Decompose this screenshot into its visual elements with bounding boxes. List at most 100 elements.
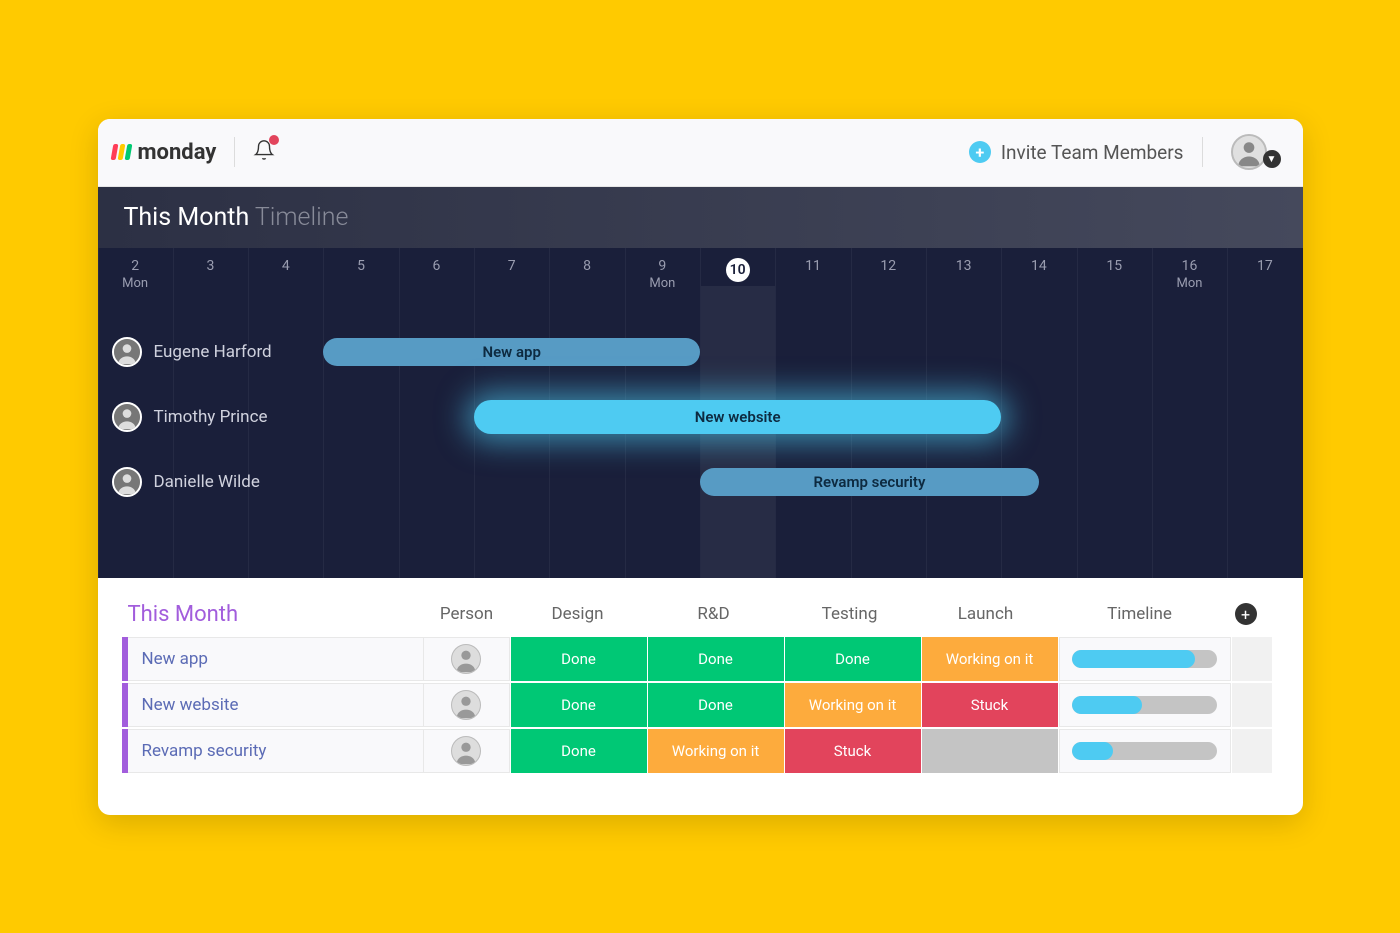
avatar: [451, 690, 481, 720]
topbar: monday + Invite Team Members ▼: [98, 119, 1303, 187]
timeline-bar[interactable]: Revamp security: [700, 468, 1039, 496]
day-label: 16Mon: [1152, 258, 1227, 291]
progress-fill: [1072, 696, 1142, 714]
day-number: 4: [248, 258, 323, 274]
day-number: 17: [1227, 258, 1302, 274]
status-cell[interactable]: Stuck: [785, 729, 921, 773]
timeline-cell[interactable]: [1059, 637, 1231, 681]
day-number: 6: [399, 258, 474, 274]
timeline-bar[interactable]: New app: [323, 338, 700, 366]
status-cell[interactable]: Stuck: [922, 683, 1058, 727]
day-number: 5: [323, 258, 398, 274]
column-header-person[interactable]: Person: [424, 604, 510, 624]
table-row: Revamp security DoneWorking on itStuck: [122, 729, 1279, 773]
plus-circle-icon: +: [969, 141, 991, 163]
status-cell[interactable]: Done: [511, 683, 647, 727]
invite-team-button[interactable]: + Invite Team Members: [969, 141, 1184, 164]
chevron-down-icon: ▼: [1263, 150, 1281, 168]
row-end-cell: [1232, 637, 1272, 681]
avatar: [1231, 134, 1267, 170]
timeline-user[interactable]: Timothy Prince: [98, 402, 338, 432]
column-header-rnd[interactable]: R&D: [646, 604, 782, 624]
day-label: 11: [775, 258, 850, 291]
day-label: 5: [323, 258, 398, 291]
status-cell[interactable]: [922, 729, 1058, 773]
table-header-row: This Month Person Design R&D Testing Lau…: [122, 602, 1279, 627]
day-label: 7: [474, 258, 549, 291]
row-end-cell: [1232, 729, 1272, 773]
person-cell[interactable]: [424, 637, 510, 681]
person-cell[interactable]: [424, 683, 510, 727]
progress-bar: [1072, 650, 1217, 668]
status-cell[interactable]: Working on it: [922, 637, 1058, 681]
add-column-button[interactable]: +: [1235, 603, 1257, 625]
row-end-cell: [1232, 683, 1272, 727]
day-number: 11: [775, 258, 850, 274]
avatar: [112, 402, 142, 432]
timeline-user[interactable]: Danielle Wilde: [98, 467, 338, 497]
day-number: 9: [625, 258, 700, 274]
group-title[interactable]: This Month: [122, 602, 424, 627]
day-of-week: Mon: [98, 276, 173, 291]
day-number: 2: [98, 258, 173, 274]
app-window: monday + Invite Team Members ▼ This Mont…: [98, 119, 1303, 815]
timeline-row: Eugene Harford: [98, 320, 1303, 385]
notification-dot-icon: [269, 135, 279, 145]
day-label: 17: [1227, 258, 1302, 291]
table-row: New appDoneDoneDoneWorking on it: [122, 637, 1279, 681]
day-number: 8: [549, 258, 624, 274]
person-cell[interactable]: [424, 729, 510, 773]
day-of-week: Mon: [625, 276, 700, 291]
column-header-launch[interactable]: Launch: [918, 604, 1054, 624]
status-cell[interactable]: Done: [511, 729, 647, 773]
status-cell[interactable]: Working on it: [648, 729, 784, 773]
status-cell[interactable]: Working on it: [785, 683, 921, 727]
invite-label: Invite Team Members: [1001, 141, 1184, 164]
item-name-cell[interactable]: Revamp security: [128, 729, 424, 773]
day-number: 13: [926, 258, 1001, 274]
timeline-bar[interactable]: New website: [474, 400, 1001, 434]
status-cell[interactable]: Done: [648, 637, 784, 681]
item-name-cell[interactable]: New app: [128, 637, 424, 681]
divider: [234, 137, 235, 167]
day-label: 8: [549, 258, 624, 291]
timeline-title-main: This Month: [124, 203, 250, 232]
timeline-cell[interactable]: [1059, 729, 1231, 773]
status-cell[interactable]: Done: [648, 683, 784, 727]
status-cell[interactable]: Done: [785, 637, 921, 681]
day-label: 10: [700, 258, 775, 291]
item-name-cell[interactable]: New website: [128, 683, 424, 727]
avatar: [112, 337, 142, 367]
board-table: This Month Person Design R&D Testing Lau…: [98, 578, 1303, 815]
day-label: 13: [926, 258, 1001, 291]
avatar: [451, 736, 481, 766]
column-header-testing[interactable]: Testing: [782, 604, 918, 624]
user-menu[interactable]: ▼: [1231, 134, 1281, 170]
timeline-title-bar: This Month Timeline: [98, 187, 1303, 248]
column-header-design[interactable]: Design: [510, 604, 646, 624]
column-header-timeline[interactable]: Timeline: [1054, 604, 1226, 624]
status-cell[interactable]: Done: [511, 637, 647, 681]
day-label: 9 Mon: [625, 258, 700, 291]
timeline-user-name: Danielle Wilde: [154, 472, 260, 492]
timeline-title-sub: Timeline: [255, 203, 349, 232]
timeline-view: 2Mon3456789Mon10111213141516Mon17 Eugene…: [98, 248, 1303, 578]
day-label: 14: [1001, 258, 1076, 291]
day-label: 3: [173, 258, 248, 291]
timeline-user-name: Timothy Prince: [154, 407, 268, 427]
day-number: 10: [726, 258, 750, 282]
table-row: New websiteDoneDoneWorking on itStuck: [122, 683, 1279, 727]
day-label: 2 Mon: [98, 258, 173, 291]
progress-bar: [1072, 742, 1217, 760]
timeline-user[interactable]: Eugene Harford: [98, 337, 338, 367]
notifications-button[interactable]: [253, 139, 275, 165]
day-number: 12: [851, 258, 926, 274]
day-label: 12: [851, 258, 926, 291]
progress-bar: [1072, 696, 1217, 714]
day-label: 6: [399, 258, 474, 291]
day-number: 15: [1077, 258, 1152, 274]
day-number: 7: [474, 258, 549, 274]
timeline-cell[interactable]: [1059, 683, 1231, 727]
brand-logo[interactable]: monday: [112, 140, 217, 165]
brand-name: monday: [138, 140, 217, 165]
